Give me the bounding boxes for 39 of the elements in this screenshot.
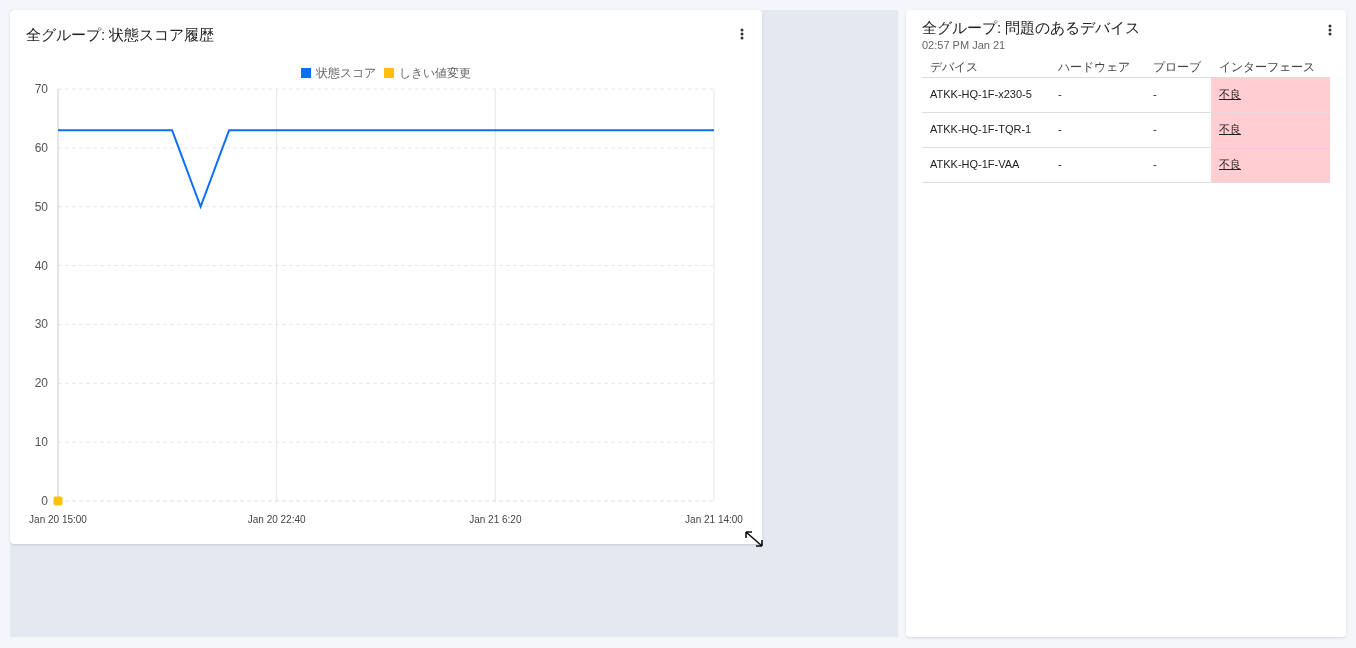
- x-axis-label: Jan 21 14:00: [685, 514, 743, 525]
- y-axis-label: 70: [34, 82, 48, 96]
- hardware-cell: -: [1050, 147, 1145, 182]
- threshold-marker: [53, 496, 63, 506]
- x-axis-label: Jan 20 22:40: [247, 514, 306, 525]
- legend-item[interactable]: しきい値変更: [384, 66, 471, 80]
- probe-cell: -: [1145, 112, 1211, 147]
- hardware-cell: -: [1050, 112, 1145, 147]
- y-axis-label: 0: [41, 494, 48, 508]
- probe-cell: -: [1145, 77, 1211, 112]
- y-axis-label: 60: [34, 140, 48, 155]
- device-cell: ATKK-HQ-1F-x230-5: [922, 77, 1050, 112]
- column-header: デバイス: [922, 57, 1050, 77]
- legend-swatch: [384, 68, 394, 78]
- column-header: ハードウェア: [1050, 57, 1145, 77]
- y-axis-label: 20: [34, 376, 48, 391]
- x-axis-label: Jan 20 15:00: [29, 514, 87, 525]
- more-options-icon[interactable]: [1328, 24, 1332, 36]
- card-title: 全グループ: 問題のあるデバイス: [922, 18, 1141, 38]
- probe-cell: -: [1145, 147, 1211, 182]
- status-link[interactable]: 不良: [1219, 158, 1241, 171]
- status-link[interactable]: 不良: [1219, 88, 1241, 101]
- card-title: 全グループ: 状態スコア履歴: [26, 26, 215, 44]
- y-axis-label: 40: [34, 258, 48, 273]
- y-axis-label: 50: [34, 199, 48, 214]
- x-axis-label: Jan 21 6:20: [469, 514, 522, 525]
- device-cell: ATKK-HQ-1F-VAA: [922, 147, 1050, 182]
- resize-icon[interactable]: [744, 530, 764, 548]
- device-cell: ATKK-HQ-1F-TQR-1: [922, 112, 1050, 147]
- status-link[interactable]: 不良: [1219, 123, 1241, 136]
- column-header: インターフェース: [1211, 57, 1330, 77]
- legend-swatch: [301, 68, 311, 78]
- legend-item[interactable]: 状態スコア: [301, 66, 376, 80]
- column-header: プローブ: [1145, 57, 1211, 77]
- timestamp: 02:57 PM Jan 21: [922, 38, 1007, 52]
- hardware-cell: -: [1050, 77, 1145, 112]
- y-axis-label: 30: [34, 317, 48, 332]
- more-options-icon[interactable]: [740, 28, 744, 40]
- y-axis-label: 10: [34, 435, 48, 450]
